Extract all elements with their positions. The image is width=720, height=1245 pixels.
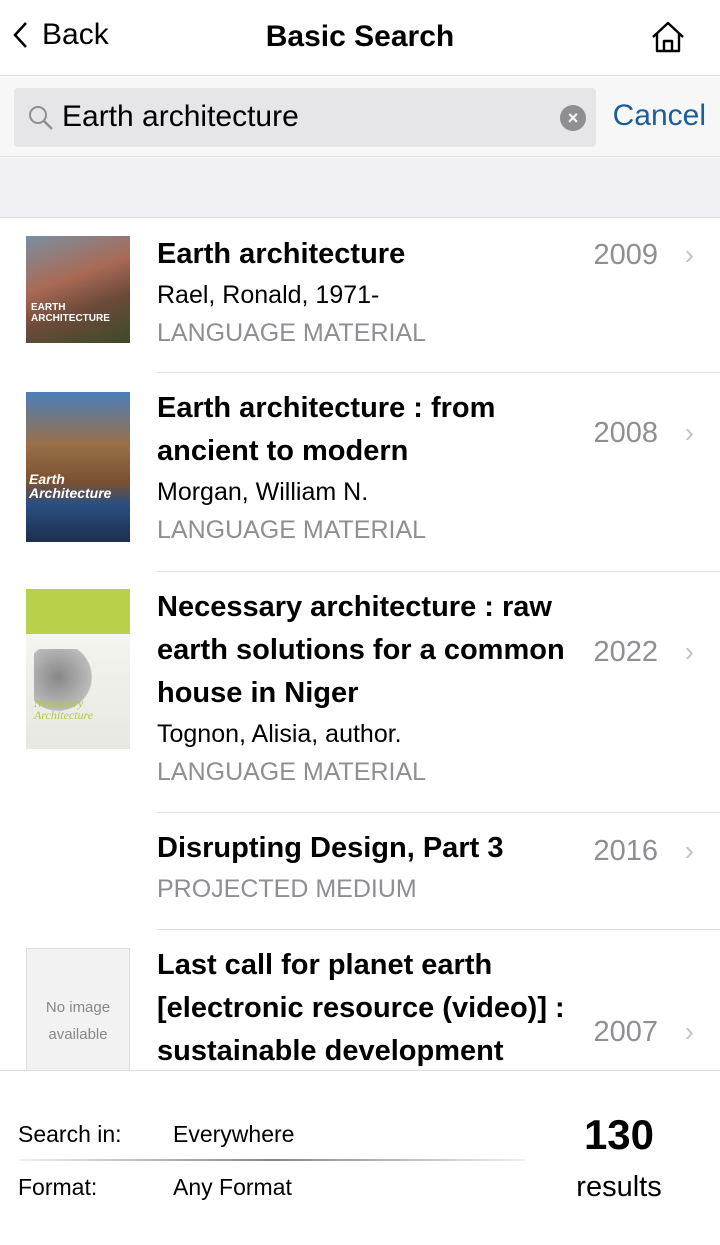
result-format: LANGUAGE MATERIAL — [157, 758, 427, 786]
search-summary-footer: Search in: Everywhere Format: Any Format… — [0, 1070, 720, 1245]
result-author: Rael, Ronald, 1971- — [157, 281, 380, 309]
cancel-button[interactable]: Cancel — [613, 99, 706, 133]
result-row[interactable]: No image available Last call for planet … — [26, 930, 720, 1070]
result-year: 2009 — [593, 239, 658, 271]
book-cover: EARTH ARCHITECTURE — [26, 236, 130, 343]
format-value[interactable]: Any Format — [173, 1174, 292, 1201]
home-icon — [652, 21, 684, 53]
result-format: LANGUAGE MATERIAL — [157, 516, 427, 544]
result-row[interactable]: EARTH ARCHITECTURE Earth architecture Ra… — [26, 219, 720, 373]
results-count-label: results — [576, 1171, 662, 1203]
format-label: Format: — [18, 1174, 98, 1200]
search-field: × — [14, 88, 596, 147]
result-format: PROJECTED MEDIUM — [157, 875, 417, 903]
results-count: 130 — [583, 1111, 655, 1158]
result-row[interactable]: Disrupting Design, Part 3 PROJECTED MEDI… — [157, 813, 720, 930]
home-button[interactable] — [650, 20, 686, 59]
result-title: Earth architecture : from ancient to mod… — [157, 392, 496, 467]
divider — [20, 1159, 525, 1161]
result-year: 2008 — [593, 417, 658, 449]
chevron-right-icon: › — [684, 1016, 694, 1047]
back-label: Back — [42, 18, 109, 51]
chevron-right-icon: › — [684, 835, 694, 866]
result-author: Morgan, William N. — [157, 478, 369, 506]
no-image-text: No image available — [45, 999, 111, 1043]
result-row[interactable]: Necessary Architecture Necessary archite… — [26, 572, 720, 813]
search-bar: × Cancel — [0, 77, 720, 157]
chevron-left-icon — [13, 22, 27, 48]
book-cover: Earth Architecture — [26, 392, 130, 542]
search-input[interactable] — [62, 96, 542, 138]
back-button[interactable]: Back — [12, 18, 109, 52]
no-image-placeholder: No image available — [26, 948, 130, 1070]
clear-search-icon[interactable]: × — [560, 105, 586, 131]
result-year: 2022 — [593, 636, 658, 668]
result-title: Last call for planet earth [electronic r… — [157, 949, 565, 1067]
result-title: Necessary architecture : raw earth solut… — [157, 591, 565, 709]
chevron-right-icon: › — [684, 239, 694, 270]
result-author: Tognon, Alisia, author. — [157, 720, 402, 748]
cover-text: Earth Architecture — [29, 471, 112, 501]
chevron-right-icon: › — [684, 636, 694, 667]
filter-band — [0, 158, 720, 218]
nav-bar: Back Basic Search — [0, 0, 720, 76]
book-cover: Necessary Architecture — [26, 589, 130, 749]
search-in-label: Search in: — [18, 1121, 122, 1147]
result-year: 2016 — [593, 835, 658, 867]
result-row[interactable]: Earth Architecture Earth architecture : … — [26, 373, 720, 572]
result-title: Disrupting Design, Part 3 — [157, 832, 504, 864]
chevron-right-icon: › — [684, 417, 694, 448]
result-year: 2007 — [593, 1016, 658, 1048]
results-list[interactable]: EARTH ARCHITECTURE Earth architecture Ra… — [0, 219, 720, 1070]
cover-text: EARTH ARCHITECTURE — [31, 302, 110, 324]
result-format: LANGUAGE MATERIAL — [157, 319, 427, 347]
result-title: Earth architecture — [157, 238, 406, 270]
cover-text: Necessary Architecture — [34, 696, 94, 722]
search-icon — [29, 106, 53, 130]
search-in-value[interactable]: Everywhere — [173, 1121, 294, 1148]
